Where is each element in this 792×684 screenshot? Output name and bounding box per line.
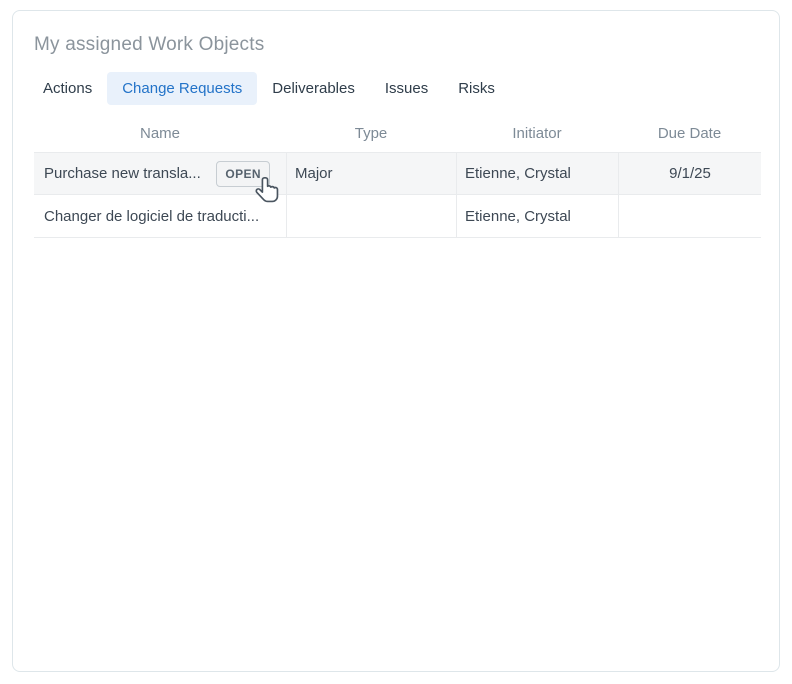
cell-type: Major bbox=[286, 152, 456, 195]
table-row[interactable]: Changer de logiciel de traducti... Etien… bbox=[34, 195, 761, 238]
table-row[interactable]: Purchase new transla... OPEN Major Etien… bbox=[34, 152, 761, 195]
cell-due-date bbox=[618, 195, 761, 238]
cell-initiator: Etienne, Crystal bbox=[456, 195, 618, 238]
column-header-name: Name bbox=[34, 125, 286, 152]
tab-risks[interactable]: Risks bbox=[443, 72, 510, 105]
column-header-due-date: Due Date bbox=[618, 125, 761, 152]
panel-title: My assigned Work Objects bbox=[34, 34, 779, 56]
work-objects-panel: My assigned Work Objects Actions Change … bbox=[12, 10, 780, 672]
tab-deliverables[interactable]: Deliverables bbox=[257, 72, 370, 105]
column-header-initiator: Initiator bbox=[456, 125, 618, 152]
tab-change-requests[interactable]: Change Requests bbox=[107, 72, 257, 105]
cell-due-date: 9/1/25 bbox=[618, 152, 761, 195]
cell-type bbox=[286, 195, 456, 238]
tab-actions[interactable]: Actions bbox=[28, 72, 107, 105]
tab-bar: Actions Change Requests Deliverables Iss… bbox=[28, 72, 779, 105]
table-header-row: Name Type Initiator Due Date bbox=[34, 125, 761, 152]
work-objects-table: Name Type Initiator Due Date Purchase ne… bbox=[34, 125, 761, 238]
cell-initiator: Etienne, Crystal bbox=[456, 152, 618, 195]
cell-name[interactable]: Changer de logiciel de traducti... bbox=[34, 195, 286, 238]
column-header-type: Type bbox=[286, 125, 456, 152]
cell-name[interactable]: Purchase new transla... OPEN bbox=[34, 152, 286, 195]
tab-issues[interactable]: Issues bbox=[370, 72, 443, 105]
work-object-name: Purchase new transla... bbox=[44, 165, 201, 182]
work-object-name: Changer de logiciel de traducti... bbox=[44, 208, 259, 225]
open-button[interactable]: OPEN bbox=[216, 161, 270, 187]
